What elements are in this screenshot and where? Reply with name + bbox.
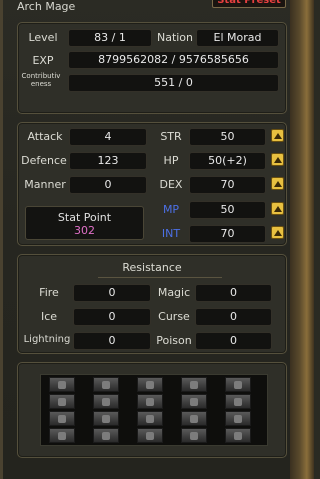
gear-slot-icon[interactable] xyxy=(181,394,207,409)
gear-slot-icon[interactable] xyxy=(181,411,207,426)
window-title: Arch Mage xyxy=(17,0,76,13)
defence-label: Defence xyxy=(21,154,67,167)
contributiveness-label: Contributiveness xyxy=(21,72,61,88)
hp-label: HP xyxy=(163,154,179,167)
gear-slot-icon[interactable] xyxy=(225,411,251,426)
gear-slot-icon[interactable] xyxy=(225,428,251,443)
gear-slot-icon[interactable] xyxy=(49,394,75,409)
nation-value: El Morad xyxy=(196,29,279,47)
gear-slot-icon[interactable] xyxy=(93,411,119,426)
gear-slot-icon[interactable] xyxy=(181,377,207,392)
gear-slot-icon[interactable] xyxy=(49,411,75,426)
gear-slot-icon[interactable] xyxy=(137,428,163,443)
dex-value: 70 xyxy=(189,176,266,194)
lightning-value: 0 xyxy=(73,332,151,350)
exp-value: 8799562082 / 9576585656 xyxy=(68,51,279,69)
manner-label: Manner xyxy=(24,178,66,191)
str-value: 50 xyxy=(189,128,266,146)
mp-value: 50 xyxy=(189,201,266,219)
defence-value: 123 xyxy=(69,152,147,170)
stat-point-label: Stat Point xyxy=(57,211,112,224)
mp-label: MP xyxy=(162,203,180,216)
exp-label: EXP xyxy=(32,54,54,67)
hp-increase-button[interactable] xyxy=(271,153,284,166)
ice-label: Ice xyxy=(40,310,58,323)
poison-label: Poison xyxy=(156,334,192,347)
gear-slot-icon[interactable] xyxy=(137,411,163,426)
str-label: STR xyxy=(160,130,182,143)
gear-slot-icon[interactable] xyxy=(93,428,119,443)
gear-slot-icon[interactable] xyxy=(225,394,251,409)
gear-slot-icon[interactable] xyxy=(49,377,75,392)
nation-label: Nation xyxy=(156,31,194,44)
stat-preset-button[interactable]: Stat Preset xyxy=(212,0,286,8)
int-label: INT xyxy=(161,227,181,240)
lightning-label: Lightning xyxy=(23,334,71,345)
attack-value: 4 xyxy=(69,128,147,146)
poison-value: 0 xyxy=(195,332,272,350)
character-window: Arch Mage Stat Preset Level 83 / 1 Natio… xyxy=(0,0,314,479)
stat-point-box: Stat Point 302 xyxy=(25,206,144,240)
resistance-divider xyxy=(98,277,222,278)
curse-value: 0 xyxy=(195,308,272,326)
slot-grid xyxy=(40,374,268,446)
gear-slot-icon[interactable] xyxy=(225,377,251,392)
gear-slot-icon[interactable] xyxy=(137,394,163,409)
window-border-ornament xyxy=(290,0,314,479)
attack-label: Attack xyxy=(27,130,63,143)
int-increase-button[interactable] xyxy=(271,226,284,239)
level-label: Level xyxy=(28,31,58,44)
manner-value: 0 xyxy=(69,176,147,194)
contributiveness-value: 551 / 0 xyxy=(68,74,279,92)
curse-label: Curse xyxy=(158,310,190,323)
magic-label: Magic xyxy=(157,286,191,299)
gear-slot-icon[interactable] xyxy=(137,377,163,392)
resistance-title: Resistance xyxy=(122,261,182,274)
gear-slot-icon[interactable] xyxy=(93,394,119,409)
magic-value: 0 xyxy=(195,284,272,302)
fire-label: Fire xyxy=(39,286,59,299)
stat-point-value: 302 xyxy=(74,224,95,237)
fire-value: 0 xyxy=(73,284,151,302)
str-increase-button[interactable] xyxy=(271,129,284,142)
dex-increase-button[interactable] xyxy=(271,177,284,190)
ice-value: 0 xyxy=(73,308,151,326)
gear-slot-icon[interactable] xyxy=(49,428,75,443)
gear-slot-icon[interactable] xyxy=(93,377,119,392)
level-value: 83 / 1 xyxy=(68,29,152,47)
int-value: 70 xyxy=(189,225,266,243)
hp-value: 50(+2) xyxy=(189,152,266,170)
dex-label: DEX xyxy=(159,178,183,191)
gear-slot-icon[interactable] xyxy=(181,428,207,443)
mp-increase-button[interactable] xyxy=(271,202,284,215)
